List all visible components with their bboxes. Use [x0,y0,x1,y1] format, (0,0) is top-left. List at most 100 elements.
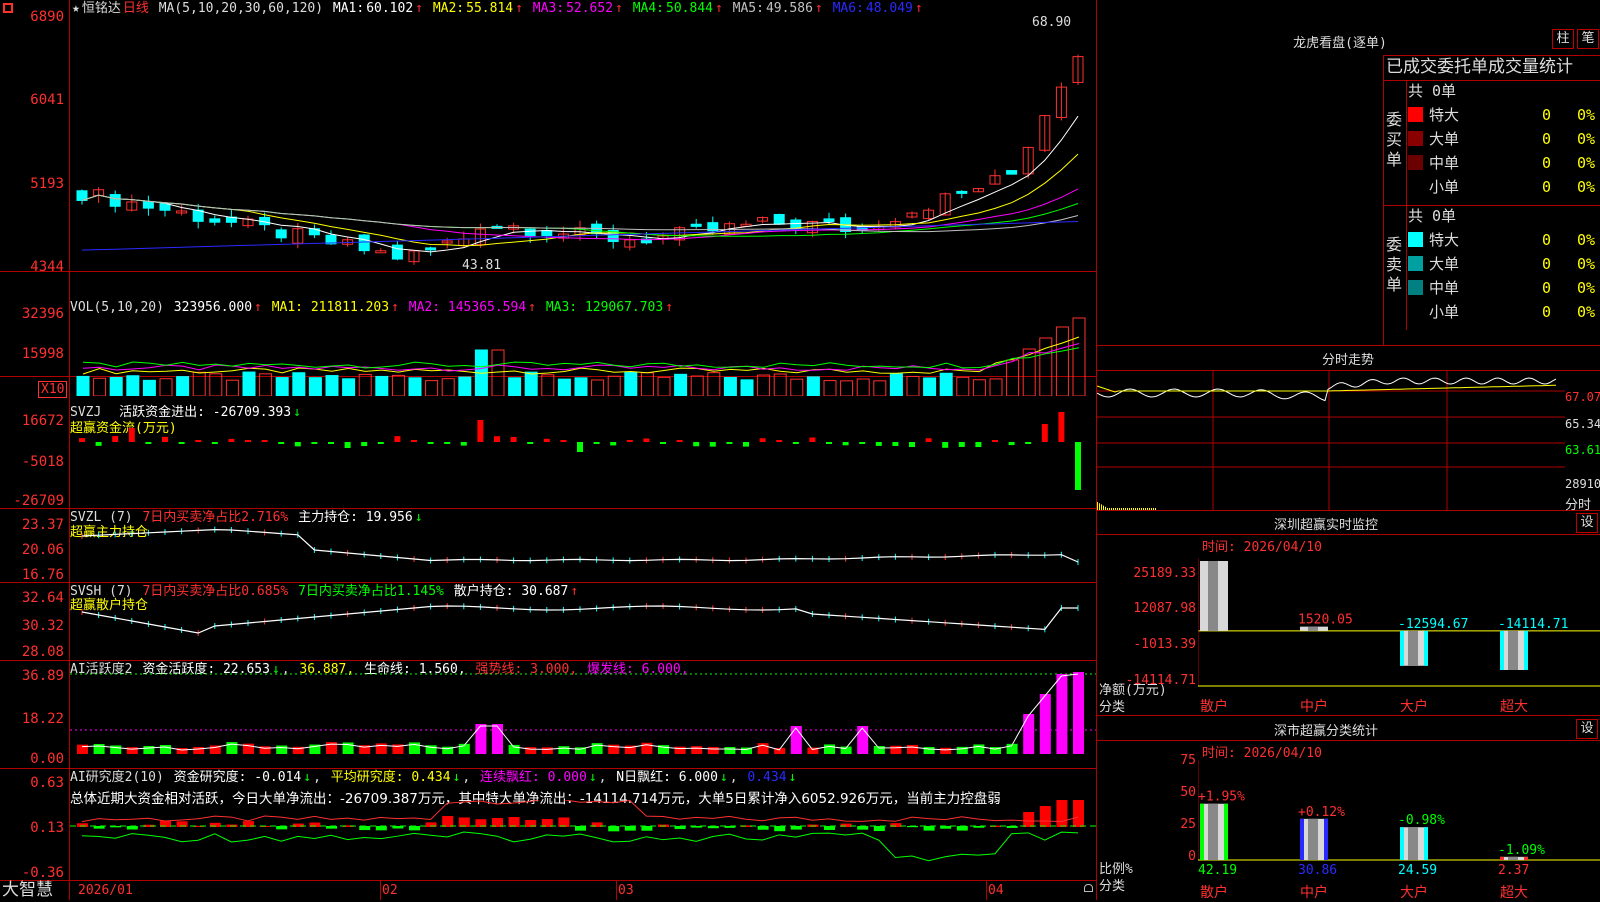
candlestick-chart[interactable] [70,18,1096,271]
research-bar [923,826,935,831]
tick-volume-bar [1129,508,1130,510]
row-label: 中单 [1429,279,1460,297]
flow-bar [743,442,749,447]
candle-body [391,244,403,260]
flow-bar [776,440,783,442]
ss-bar-chart[interactable]: +1.95% 42.19 +0.12% 30.86 -0.98% 24.59 -1.09% 2… [1198,760,1600,880]
activity-bar [1073,672,1084,754]
volume-bar [491,349,505,396]
row-label: 大单 [1429,255,1460,273]
flow-bar [593,442,600,444]
flow-bar [245,440,251,442]
sell-row: 中单 [1408,277,1459,299]
timeshare-chart[interactable] [1097,371,1565,510]
volume-bar [524,371,538,396]
column-view-button[interactable]: 柱 [1552,29,1574,49]
buy-num: 0 [1542,154,1552,172]
ai-research-chart[interactable] [70,800,1096,880]
ratio-value-label: 42.19 [1198,863,1237,878]
flow-bar [759,438,766,442]
research-bar [409,826,420,831]
buy-pct: 0% [1577,130,1596,148]
longhu-title: 龙虎看盘(逐单) [1293,36,1387,51]
tick-view-button[interactable]: 笔 [1577,29,1599,49]
activity-bar [973,744,985,754]
vol-ma1: MA1: 211811.203 [271,300,390,315]
research-bar [757,826,769,830]
tick-volume-bar [1121,508,1122,510]
svzj-chart[interactable] [70,410,1096,508]
swatch-icon [1408,280,1423,295]
volume-bar [723,376,737,396]
flow-bar [626,440,633,442]
volume-bar [790,378,804,396]
volume-bar [557,378,571,396]
flow-bar [128,428,135,442]
flow-bar [211,442,218,444]
arrow-up-icon: ↑ [391,300,399,315]
flow-bar [411,440,417,442]
tick-volume-bar [1101,504,1102,510]
sz-settings-button[interactable]: 设 [1576,513,1598,533]
buy-group-label: 委买单 [1386,110,1403,169]
arrow-up-icon: ↑ [615,1,623,16]
research-bar [276,826,288,830]
svsh-axis-label: 32.64 [21,590,64,606]
research-bar [375,826,387,831]
ratio-bar-shade [1308,818,1318,860]
volume-bar [823,380,837,396]
arrow-up-icon: ↑ [665,300,674,315]
net-value-label: 25189.33 [1198,558,1261,562]
flow-bar [261,440,268,442]
favorite-star-icon[interactable]: ★ [72,1,80,16]
tick-volume-bar [1117,508,1118,510]
svsh-chart[interactable] [70,596,1096,660]
period-label[interactable]: 日线 [123,1,149,16]
lock-icon[interactable] [1084,884,1093,892]
sz-cat: 中户 [1300,699,1328,715]
volume-bar [923,377,937,396]
ai-active-chart[interactable] [70,672,1096,768]
price-axis-label: 6890 [30,9,64,25]
longhu-subtitle: 已成交委托单成交量统计 [1386,57,1573,77]
net-bar-edge [1524,630,1528,670]
sz-cat: 超大 [1500,699,1528,715]
volume-bar [1006,359,1020,396]
svzj-axis-label: -26709 [13,493,64,509]
volume-chart[interactable] [70,316,1096,396]
svzl-chart[interactable] [70,520,1096,582]
flow-bar [560,440,567,442]
buy-pct: 0% [1577,154,1596,172]
flow-bar [892,442,899,446]
timeshare-title: 分时走势 [1321,353,1374,368]
volume-bar [93,377,107,396]
activity-line [81,673,1079,751]
row-label: 中单 [1429,154,1460,172]
volume-bar [209,373,223,396]
sz-bar-chart[interactable]: 25189.33 1520.05 -12594.67 -14114.71 [1198,558,1600,688]
ss-settings-button[interactable]: 设 [1576,719,1598,739]
research-bar [1056,800,1068,827]
activity-bar [1056,674,1068,754]
flow-bar [842,442,849,446]
flow-bar [1075,442,1081,490]
sell-row: 小单 [1408,301,1459,323]
volume-bar [142,379,156,396]
vol-axis-label: 32396 [21,306,64,322]
volume-bar [972,379,986,396]
activity-bar [890,745,902,754]
sell-pct: 0% [1577,231,1596,249]
flow-bar [693,442,700,447]
ss-cat: 中户 [1300,885,1328,901]
activity-bar [492,724,503,754]
activity-bar [1039,694,1051,754]
flow-bar [377,442,384,444]
volume-bar [325,375,339,396]
ma4-label: MA4: [632,1,665,16]
tick-volume-bar [1105,506,1106,510]
flow-bar [809,437,816,442]
ai-research-axis-label: 0.63 [30,775,64,791]
timeshare-mode-label[interactable]: 分时 [1565,494,1591,513]
research-red-line [81,800,1079,823]
ratio-value-label: 2.37 [1498,863,1529,878]
